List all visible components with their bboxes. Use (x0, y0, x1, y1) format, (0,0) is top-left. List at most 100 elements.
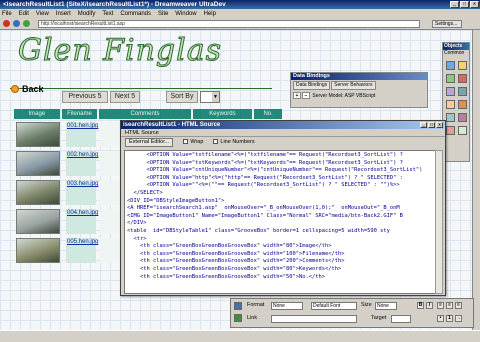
list-unordered-icon[interactable]: • (437, 315, 444, 322)
maximize-button[interactable]: □ (428, 122, 435, 128)
menu-view[interactable]: View (36, 11, 49, 17)
back-button[interactable]: Back (11, 84, 44, 94)
applet-object-icon[interactable] (458, 126, 467, 135)
link-input[interactable] (271, 315, 357, 323)
remove-icon[interactable]: − (302, 92, 310, 99)
menu-insert[interactable]: Insert (56, 11, 71, 17)
code-line: <OPTION Value=""<%=(""== Request("Record… (127, 182, 400, 189)
format-select[interactable]: None (271, 302, 303, 310)
settings-button[interactable]: Settings... (432, 20, 462, 28)
text-mode-icon[interactable] (234, 302, 242, 310)
next-button[interactable]: Next 5 (110, 91, 140, 103)
table-object-icon[interactable] (446, 74, 455, 83)
menu-commands[interactable]: Commands (120, 11, 151, 17)
thumbnail-image[interactable] (16, 180, 60, 205)
date-object-icon[interactable] (458, 113, 467, 122)
code-line: <th class="GreenBoxGreenBoxGrooveBox" wi… (127, 265, 342, 272)
objects-category[interactable]: Common (443, 50, 469, 57)
filename-link[interactable]: 005.hen.jpg (66, 238, 98, 263)
objects-title: Objects (443, 43, 469, 50)
filename-link[interactable]: 002.hen.jpg (66, 151, 98, 176)
close-button[interactable]: x (436, 122, 443, 128)
right-scrollbar[interactable] (472, 30, 480, 330)
menu-help[interactable]: Help (204, 11, 216, 17)
filename-link[interactable]: 004.hen.jpg (66, 209, 98, 234)
address-toolbar: http://localhost/isearchResultList1.asp … (0, 18, 480, 30)
sort-button[interactable]: Sort By (166, 91, 198, 103)
email-object-icon[interactable] (446, 113, 455, 122)
tab-data-bindings[interactable]: Data Bindings (293, 81, 331, 90)
thumbnail-image[interactable] (16, 122, 60, 147)
italic-button[interactable]: I (426, 302, 433, 309)
align-left-icon[interactable]: ≡ (437, 302, 444, 309)
server-object-icon[interactable] (458, 100, 467, 109)
menu-bar: File Edit View Insert Modify Text Comman… (0, 9, 480, 18)
filename-link[interactable]: 001.hen.jpg (66, 122, 98, 147)
minimize-button[interactable]: _ (450, 1, 459, 8)
menu-modify[interactable]: Modify (78, 11, 96, 17)
bold-button[interactable]: B (417, 302, 424, 309)
add-icon[interactable]: + (293, 92, 301, 99)
col-filename: Filename (61, 109, 98, 119)
list-ordered-icon[interactable]: 1 (446, 315, 453, 322)
checkbox-icon (213, 139, 219, 145)
comment-object-icon[interactable] (446, 126, 455, 135)
thumbnail-image[interactable] (16, 209, 60, 234)
col-number: No. (254, 109, 282, 119)
wrap-checkbox[interactable]: Wrap (183, 137, 203, 147)
filename-link[interactable]: 003.hen.jpg (66, 180, 98, 205)
font-select[interactable]: Default Font (311, 302, 357, 310)
line-numbers-checkbox[interactable]: Line Numbers (213, 137, 255, 147)
indent-icon[interactable]: → (455, 315, 462, 322)
maximize-button[interactable]: □ (460, 1, 469, 8)
code-line: </SELECT> (127, 189, 163, 196)
html-mode-icon[interactable] (234, 314, 242, 322)
image-object-icon[interactable] (446, 61, 455, 70)
align-center-icon[interactable]: ≡ (446, 302, 453, 309)
previous-button[interactable]: Previous 5 (62, 91, 108, 103)
server-model-label: Server Model: ASP VBScript (312, 93, 376, 99)
thumbnail-image[interactable] (16, 151, 60, 176)
data-bindings-row: + − Server Model: ASP VBScript (293, 92, 425, 100)
html-source-window: isearchResultList1 - HTML Source _ □ x H… (120, 120, 446, 296)
chevron-down-icon: ▼ (212, 92, 219, 102)
data-bindings-panel: Data Bindings Data Bindings Server Behav… (290, 72, 428, 108)
external-editor-button[interactable]: External Editor... (125, 137, 174, 147)
code-line: <IMG ID="ImageButton1" Name="ImageButton… (127, 212, 403, 219)
format-label: Format (247, 302, 265, 308)
minimize-button[interactable]: _ (420, 122, 427, 128)
menu-text[interactable]: Text (102, 11, 113, 17)
target-label: Target (371, 315, 387, 321)
refresh-icon[interactable] (13, 20, 20, 27)
tab-server-behaviors[interactable]: Server Behaviors (331, 81, 376, 90)
home-icon[interactable] (23, 20, 30, 27)
rollover-object-icon[interactable] (458, 87, 467, 96)
stop-icon[interactable] (3, 20, 10, 27)
layer-object-icon[interactable] (458, 61, 467, 70)
source-code-editor[interactable]: <OPTION Value="txtfilename"<%=("txtfilen… (124, 150, 436, 294)
html-source-title: isearchResultList1 - HTML Source (121, 121, 445, 129)
menu-site[interactable]: Site (158, 11, 168, 17)
align-right-icon[interactable]: ≡ (455, 302, 462, 309)
target-select[interactable] (391, 315, 411, 323)
col-keywords: Keywords (192, 109, 253, 119)
property-inspector: Format None Default Font Size None B I ≡… (230, 298, 474, 328)
menu-file[interactable]: File (2, 11, 12, 17)
form-object-icon[interactable] (446, 87, 455, 96)
objects-panel: Objects Common (442, 42, 470, 162)
sort-select[interactable]: ▼ (200, 91, 220, 103)
window-title: <isearchResultList1 (SiteX/isearchResult… (3, 1, 226, 8)
address-input[interactable]: http://localhost/isearchResultList1.asp (38, 20, 420, 28)
code-scrollbar[interactable] (435, 150, 443, 294)
menu-window[interactable]: Window (175, 11, 196, 17)
size-select[interactable]: None (375, 302, 397, 310)
code-line: <th class="GreenBoxGreenBoxGrooveBox" wi… (127, 273, 325, 280)
menu-edit[interactable]: Edit (19, 11, 29, 17)
code-line: <th class="GreenBoxGreenBoxGrooveBox" wi… (127, 250, 345, 257)
thumbnail-image[interactable] (16, 238, 60, 263)
line-numbers-label: Line Numbers (220, 139, 255, 145)
html-source-controls: _ □ x (420, 122, 443, 128)
navbar-object-icon[interactable] (446, 100, 455, 109)
close-button[interactable]: x (470, 1, 479, 8)
flash-object-icon[interactable] (458, 74, 467, 83)
